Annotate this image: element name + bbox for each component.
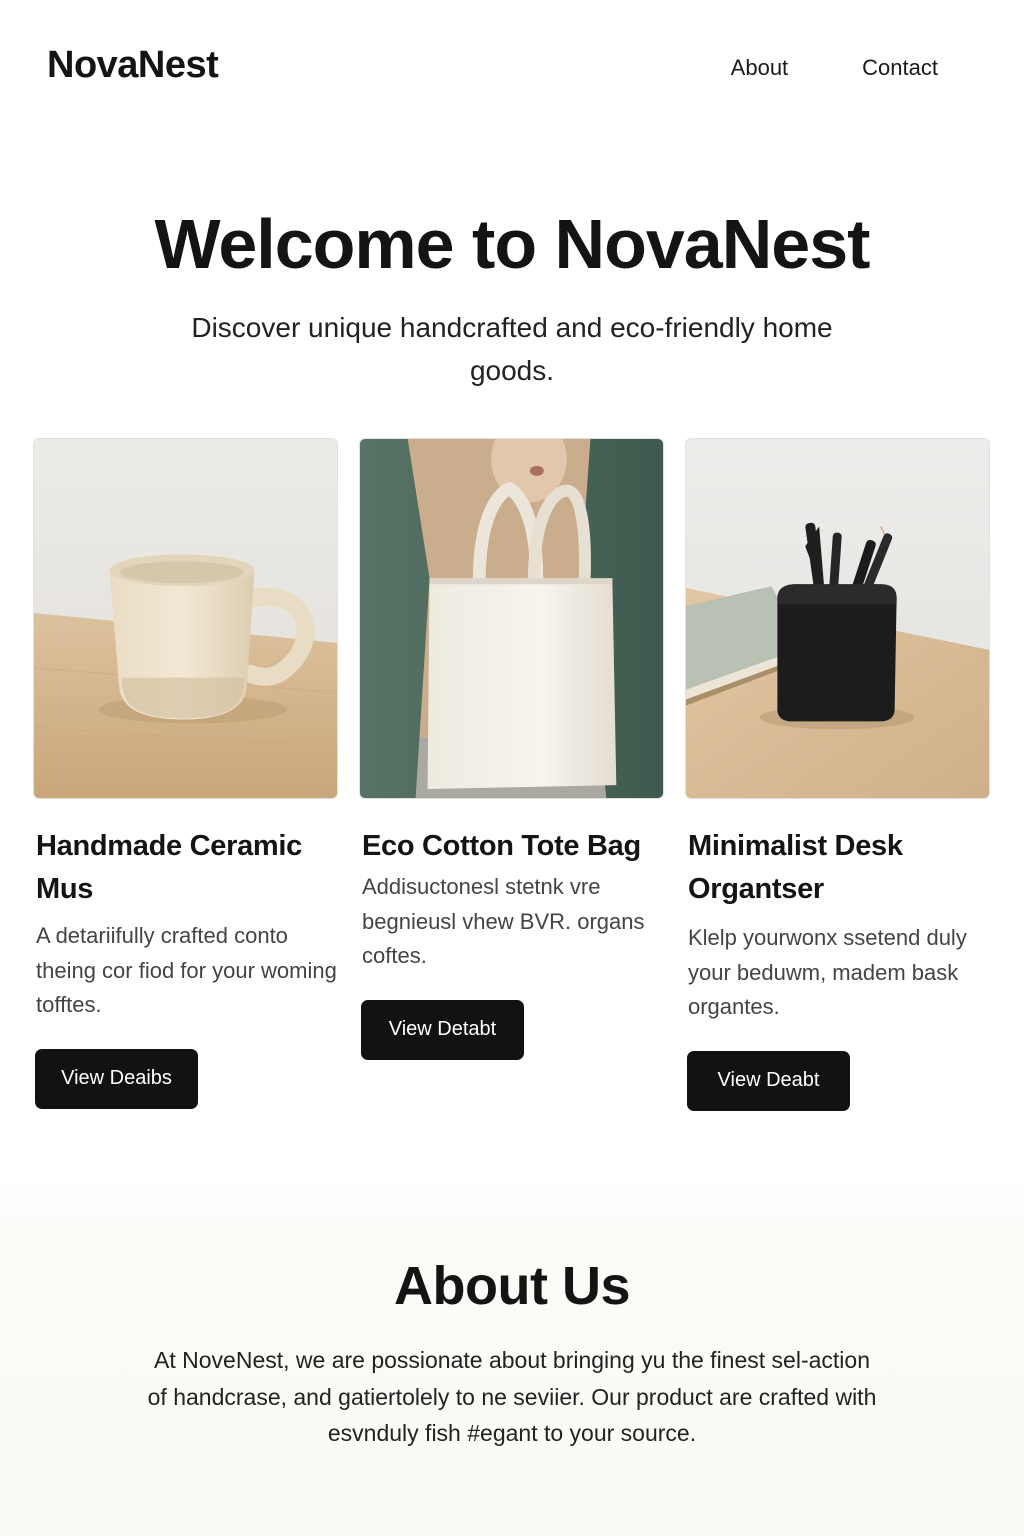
product-name: Eco Cotton Tote Bag	[362, 830, 641, 862]
product-name: Minimalist Desk Organtser	[688, 830, 903, 905]
about-title: About Us	[394, 1256, 630, 1316]
main-nav: About Contact	[731, 55, 938, 81]
product-card-desk-organizer: Minimalist Desk Organtser Klelp yourwonx…	[685, 438, 990, 1111]
about-text: At NoveNest, we are possionate about bri…	[147, 1347, 877, 1446]
nav-link-about[interactable]: About	[731, 55, 789, 81]
product-name: Handmade Ceramic Mus	[36, 830, 302, 905]
product-image-desk-organizer[interactable]	[685, 438, 990, 799]
view-details-button[interactable]: View Deabt	[687, 1050, 850, 1111]
product-image-tote-bag[interactable]	[359, 438, 664, 799]
view-details-button[interactable]: View Detabt	[361, 999, 524, 1060]
site-header: NovaNest About Contact	[0, 0, 1024, 134]
product-description: Klelp yourwonx ssetend duly your beduwm,…	[688, 925, 967, 1019]
nav-link-contact[interactable]: Contact	[862, 55, 938, 81]
tote-bag-illustration	[360, 439, 663, 798]
ceramic-mug-illustration	[34, 439, 337, 798]
product-description: Addisuctonesl stetnk vre begnieusl vhew …	[362, 874, 645, 968]
pen-holder-illustration	[686, 439, 989, 798]
logo[interactable]: NovaNest	[47, 44, 219, 87]
hero-subtitle: Discover unique handcrafted and eco-frie…	[191, 312, 833, 386]
product-description: A detariifully crafted conto theing cor …	[36, 923, 337, 1017]
about-section: About Us At NoveNest, we are possionate …	[0, 1180, 1024, 1536]
product-card-ceramic-mug: Handmade Ceramic Mus A detariifully craf…	[33, 438, 338, 1109]
product-image-ceramic-mug[interactable]	[33, 438, 338, 799]
view-details-button[interactable]: View Deaibs	[35, 1048, 198, 1109]
hero-title: Welcome to NovaNest	[154, 205, 871, 283]
product-card-tote-bag: Eco Cotton Tote Bag Addisuctonesl stetnk…	[359, 438, 664, 1060]
